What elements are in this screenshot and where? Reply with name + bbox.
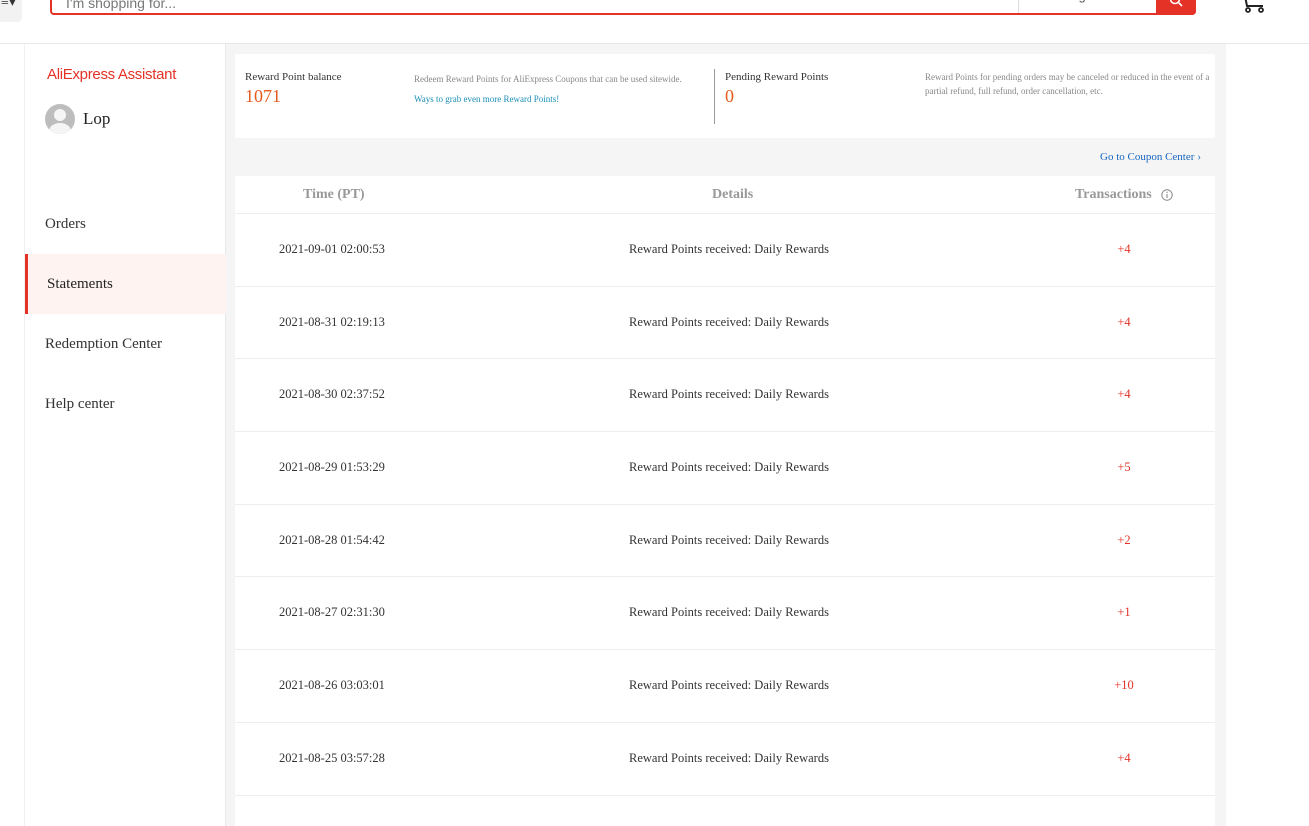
points-summary-card: Reward Point balance 1071 Redeem Reward … xyxy=(235,54,1215,138)
row-time: 2021-08-30 02:37:52 xyxy=(279,387,385,402)
row-details: Reward Points received: Daily Rewards xyxy=(629,750,829,765)
sidebar-item-orders[interactable]: Orders xyxy=(25,194,226,254)
table-header: Time (PT) Details Transactions xyxy=(235,176,1215,214)
column-header-transactions: Transactions xyxy=(1075,187,1152,202)
row-time: 2021-09-01 02:00:53 xyxy=(279,242,385,256)
row-amount: +4 xyxy=(1117,314,1131,329)
cart-icon[interactable] xyxy=(1237,0,1269,14)
column-header-details: Details xyxy=(712,187,754,202)
sidebar-item-redemption-center[interactable]: Redemption Center xyxy=(25,314,226,374)
row-details: Reward Points received: Daily Rewards xyxy=(629,460,829,475)
row-time: 2021-08-26 03:03:01 xyxy=(279,678,385,693)
ways-to-earn-link[interactable]: Ways to grab even more Reward Points! xyxy=(414,94,559,104)
row-details: Reward Points received: Daily Rewards xyxy=(629,314,829,329)
row-amount: +4 xyxy=(1117,750,1131,765)
balance-label: Reward Point balance xyxy=(245,71,342,83)
pending-label: Pending Reward Points xyxy=(725,71,829,83)
row-amount: +4 xyxy=(1117,242,1131,256)
row-details: Reward Points received: Daily Rewards xyxy=(629,242,829,256)
avatar xyxy=(45,104,75,134)
row-amount: +5 xyxy=(1117,460,1131,475)
table-row: 2021-08-31 02:19:13 Reward Points receiv… xyxy=(235,287,1215,360)
brand-name: AliExpress xyxy=(47,66,115,83)
sidebar-nav: Orders Statements Redemption Center Help… xyxy=(25,194,226,434)
column-header-time: Time (PT) xyxy=(303,187,365,202)
pending-note: Reward Points for pending orders may be … xyxy=(925,72,1210,96)
info-icon[interactable] xyxy=(1161,189,1173,201)
chevron-right-icon: › xyxy=(1197,151,1202,163)
pending-value: 0 xyxy=(725,86,734,106)
balance-value: 1071 xyxy=(245,86,281,106)
row-time: 2021-08-29 01:53:29 xyxy=(279,460,385,475)
table-row: 2021-09-01 02:00:53 Reward Points receiv… xyxy=(235,214,1215,287)
row-time: 2021-08-31 02:19:13 xyxy=(279,314,385,329)
category-select[interactable]: All Categories xyxy=(1018,0,1158,13)
table-row: 2021-08-25 03:57:28 Reward Points receiv… xyxy=(235,723,1215,796)
row-amount: +4 xyxy=(1117,387,1131,402)
sidebar: AliExpress Assistant Lop Orders Statemen… xyxy=(24,44,226,826)
search-input[interactable] xyxy=(66,0,966,13)
search-icon xyxy=(1169,0,1183,7)
row-time: 2021-08-27 02:31:30 xyxy=(279,605,385,620)
categories-menu-button[interactable]: ≡▾ xyxy=(0,0,22,22)
brand-logo[interactable]: AliExpress Assistant xyxy=(47,66,176,83)
row-details: Reward Points received: Daily Rewards xyxy=(629,532,829,547)
row-amount: +10 xyxy=(1114,678,1134,693)
row-amount: +2 xyxy=(1117,532,1131,547)
divider xyxy=(714,69,715,124)
brand-suffix: Assistant xyxy=(114,66,177,83)
row-details: Reward Points received: Daily Rewards xyxy=(629,387,829,402)
sidebar-item-help-center[interactable]: Help center xyxy=(25,374,226,434)
username: Lop xyxy=(83,109,111,128)
row-details: Reward Points received: Daily Rewards xyxy=(629,605,829,620)
search-bar: All Categories xyxy=(50,0,1196,15)
top-bar: ≡▾ All Categories xyxy=(0,0,1309,44)
row-time: 2021-08-25 03:57:28 xyxy=(279,750,385,765)
user-profile: Lop xyxy=(45,104,110,134)
row-amount: +1 xyxy=(1117,605,1131,620)
redeem-info-text: Redeem Reward Points for AliExpress Coup… xyxy=(414,74,682,84)
table-row: 2021-08-29 01:53:29 Reward Points receiv… xyxy=(235,432,1215,505)
search-button[interactable] xyxy=(1156,0,1196,15)
coupon-center-link[interactable]: Go to Coupon Center › xyxy=(1100,151,1201,163)
sidebar-item-statements[interactable]: Statements xyxy=(25,254,226,314)
table-row: 2021-08-30 02:37:52 Reward Points receiv… xyxy=(235,359,1215,433)
table-row: 2021-08-27 02:31:30 Reward Points receiv… xyxy=(235,577,1215,651)
transactions-table: Time (PT) Details Transactions 2021-09-0… xyxy=(235,176,1215,826)
table-row: 2021-08-26 03:03:01 Reward Points receiv… xyxy=(235,650,1215,723)
row-details: Reward Points received: Daily Rewards xyxy=(629,678,829,693)
table-row: 2021-08-28 01:54:42 Reward Points receiv… xyxy=(235,505,1215,578)
coupon-center-label: Go to Coupon Center xyxy=(1100,151,1195,163)
row-time: 2021-08-28 01:54:42 xyxy=(279,532,385,547)
